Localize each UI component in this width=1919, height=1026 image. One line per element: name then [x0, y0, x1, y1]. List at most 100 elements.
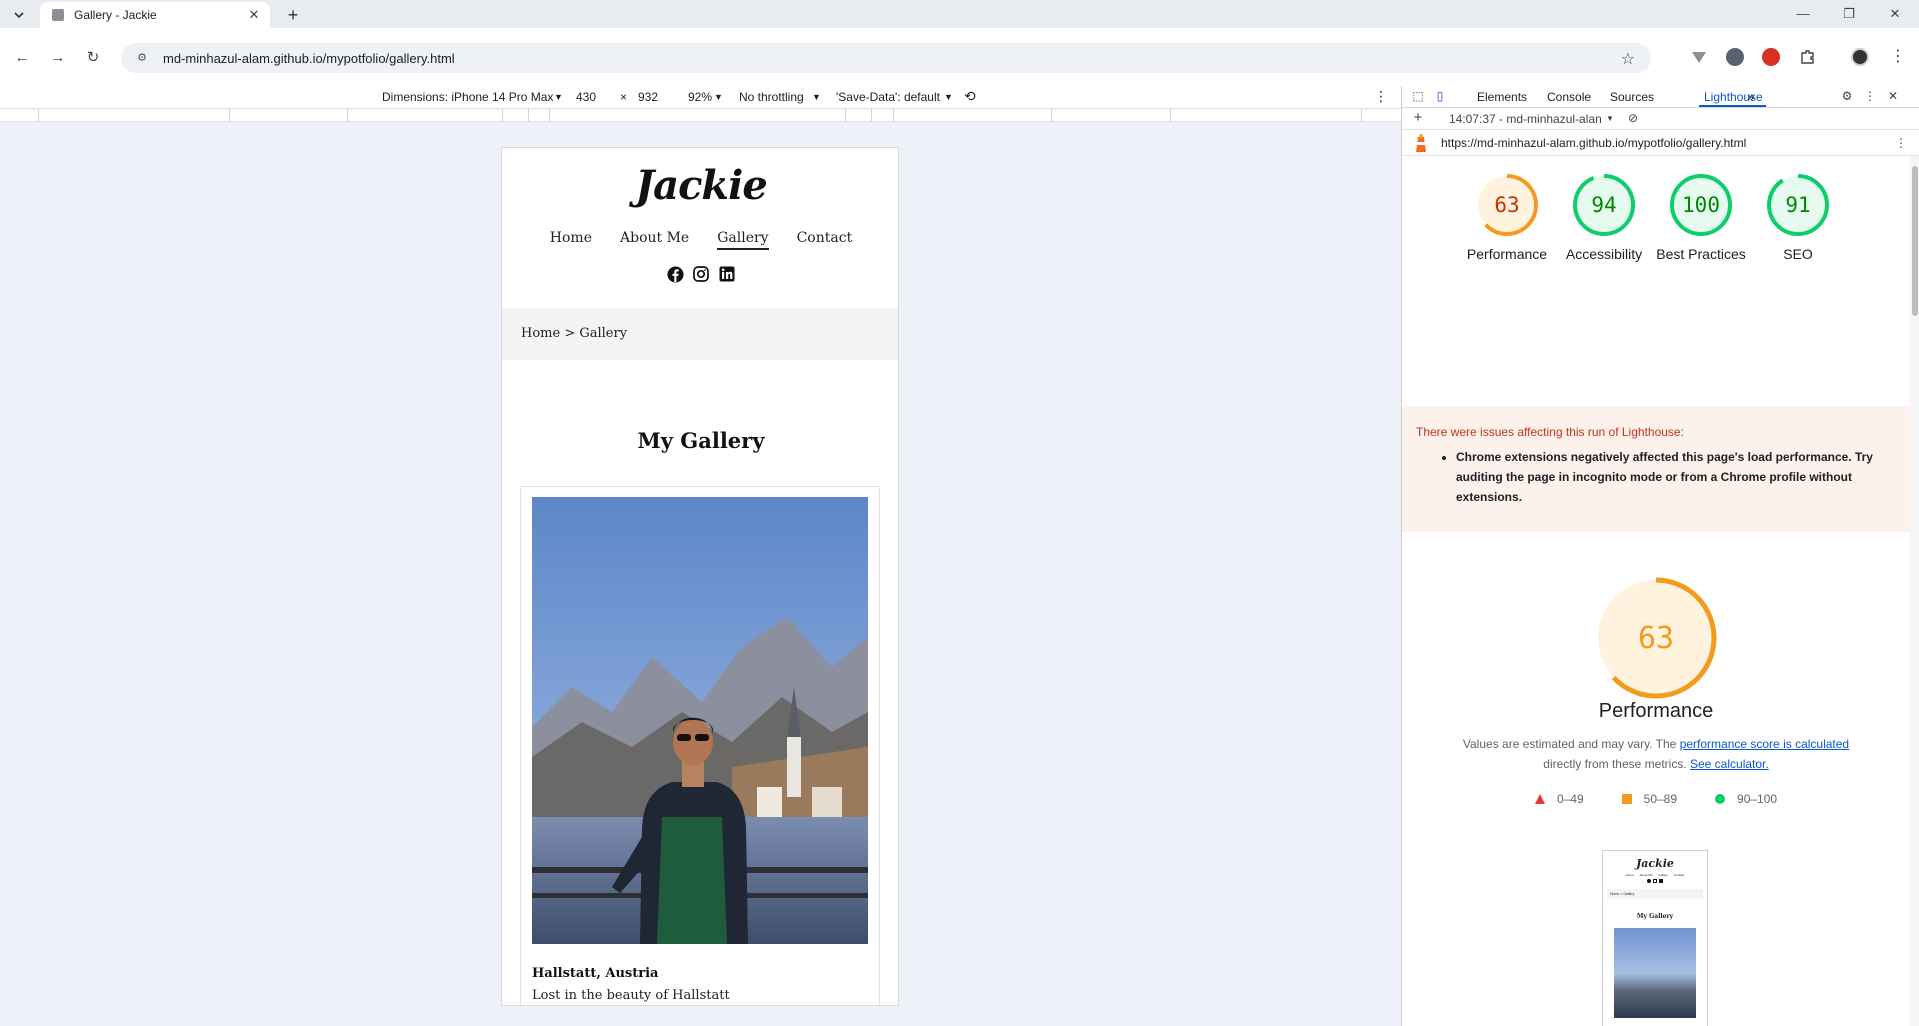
- close-devtools-icon[interactable]: ✕: [1886, 89, 1900, 103]
- tab-sources[interactable]: Sources: [1610, 90, 1654, 104]
- instagram-icon[interactable]: [692, 265, 710, 283]
- device-height-input[interactable]: 932: [638, 90, 658, 104]
- performance-large-value: 63: [1638, 621, 1674, 656]
- warning-heading: There were issues affecting this run of …: [1416, 425, 1684, 439]
- lighthouse-report: 63 Performance 94 Accessibility 100 Best Prac…: [1402, 156, 1910, 1026]
- performance-title: Performance: [1598, 700, 1714, 722]
- chevron-down-icon: [14, 12, 24, 19]
- device-dimensions-select[interactable]: Dimensions: iPhone 14 Pro Max: [382, 90, 553, 104]
- device-toolbar: Dimensions: iPhone 14 Pro Max ▼ 430 × 93…: [0, 86, 1401, 108]
- page-screenshot-thumbnail[interactable]: Jackie Home About Me Gallery Contact Hom…: [1602, 850, 1708, 1026]
- report-select[interactable]: 14:07:37 - md-minhazul-alan: [1449, 112, 1602, 126]
- inspect-element-icon[interactable]: ⬚: [1411, 89, 1425, 103]
- chevron-down-icon: ▼: [944, 92, 953, 102]
- active-tab[interactable]: Gallery - Jackie ✕: [40, 2, 270, 28]
- chevron-down-icon: ▼: [554, 92, 563, 102]
- tab-elements[interactable]: Elements: [1477, 90, 1527, 104]
- device-width-input[interactable]: 430: [576, 90, 596, 104]
- zoom-select[interactable]: 92%: [688, 90, 712, 104]
- card-title: Hallstatt, Austria: [532, 966, 659, 981]
- address-bar[interactable]: ⚙ md-minhazul-alam.github.io/mypotfolio/…: [121, 43, 1651, 73]
- facebook-icon[interactable]: [666, 265, 684, 283]
- minimize-icon[interactable]: —: [1780, 0, 1826, 28]
- new-report-icon[interactable]: +: [1411, 110, 1425, 125]
- report-menu-icon[interactable]: ⋮: [1894, 136, 1908, 150]
- throttling-select[interactable]: No throttling: [739, 90, 804, 104]
- more-tabs-icon[interactable]: »: [1747, 88, 1755, 104]
- site-logo[interactable]: Jackie: [502, 162, 898, 209]
- extension-pokeball-icon[interactable]: [1762, 48, 1780, 66]
- device-toggle-icon[interactable]: ▯: [1433, 89, 1447, 103]
- thumb-breadcrumb: Home > Gallery: [1607, 889, 1703, 899]
- score-gauge-best-practices[interactable]: 100: [1668, 172, 1734, 238]
- reload-icon[interactable]: ↻: [80, 45, 106, 71]
- score-label[interactable]: Best Practices: [1646, 244, 1756, 264]
- score-label[interactable]: Accessibility: [1549, 244, 1659, 264]
- legend-pass: 90–100: [1715, 792, 1777, 806]
- thumb-nav-item: Gallery: [1658, 873, 1669, 877]
- thumb-logo: Jackie: [1636, 857, 1674, 870]
- score-value: 91: [1785, 193, 1811, 217]
- devtools-menu-icon[interactable]: ⋮: [1863, 89, 1877, 103]
- legend-pass-label: 90–100: [1737, 792, 1778, 806]
- extension-globe-icon[interactable]: [1726, 48, 1744, 66]
- tab-strip: Gallery - Jackie ✕ + — ❐ ✕: [0, 0, 1919, 28]
- close-window-icon[interactable]: ✕: [1872, 0, 1918, 28]
- devtools-tabbar: ⬚ ▯ Elements Console Sources Lighthouse …: [1402, 86, 1919, 108]
- forward-icon[interactable]: →: [45, 45, 71, 71]
- chevron-down-icon: ▼: [1606, 114, 1614, 123]
- legend-average-label: 50–89: [1643, 792, 1678, 806]
- gallery-photo[interactable]: [532, 497, 868, 944]
- card-caption: Lost in the beauty of Hallstatt: [532, 988, 730, 1003]
- warning-item: Chrome extensions negatively affected th…: [1456, 447, 1896, 507]
- extensions-puzzle-icon[interactable]: [1799, 48, 1817, 66]
- device-more-icon[interactable]: ⋮: [1374, 88, 1388, 105]
- social-links: [502, 265, 898, 283]
- nav-link-home[interactable]: Home: [550, 230, 592, 250]
- score-gauge-accessibility[interactable]: 94: [1571, 172, 1637, 238]
- report-scrollbar[interactable]: [1910, 156, 1919, 1026]
- thumb-nav-item: About Me: [1639, 873, 1653, 877]
- nav-link-contact[interactable]: Contact: [797, 230, 853, 250]
- extension-vpn-icon[interactable]: [1690, 48, 1708, 66]
- score-value: 100: [1682, 193, 1720, 217]
- clear-reports-icon[interactable]: ⊘: [1626, 111, 1640, 125]
- score-label[interactable]: Performance: [1452, 244, 1562, 264]
- score-gauge-seo[interactable]: 91: [1765, 172, 1831, 238]
- score-calc-link[interactable]: performance score is calculated: [1680, 737, 1849, 751]
- legend-average: 50–89: [1621, 792, 1678, 806]
- back-icon[interactable]: ←: [9, 45, 35, 71]
- desc-text-1: Values are estimated and may vary. The: [1462, 737, 1677, 751]
- linkedin-icon[interactable]: [718, 265, 736, 283]
- close-tab-icon[interactable]: ✕: [246, 7, 262, 23]
- tab-search-button[interactable]: [8, 4, 30, 26]
- profile-avatar[interactable]: [1851, 48, 1869, 66]
- media-query-ruler: [0, 108, 1401, 122]
- devtools-panel: ⬚ ▯ Elements Console Sources Lighthouse …: [1401, 86, 1919, 1026]
- chevron-down-icon: ▼: [812, 92, 821, 102]
- address-url[interactable]: md-minhazul-alam.github.io/mypotfolio/ga…: [163, 51, 455, 66]
- gallery-card[interactable]: Hallstatt, Austria Lost in the beauty of…: [520, 486, 880, 1005]
- save-data-select[interactable]: 'Save-Data': default: [836, 90, 940, 104]
- restore-icon[interactable]: ❐: [1826, 0, 1872, 28]
- site-info-icon[interactable]: ⚙: [135, 51, 149, 65]
- nav-link-gallery[interactable]: Gallery: [717, 230, 769, 250]
- settings-gear-icon[interactable]: ⚙: [1840, 89, 1854, 103]
- thumb-nav-item: Home: [1625, 873, 1634, 877]
- thumb-nav-item: Contact: [1674, 873, 1685, 877]
- browser-menu-icon[interactable]: ⋮: [1889, 48, 1907, 66]
- lighthouse-toolbar: + 14:07:37 - md-minhazul-alan ▼ ⊘: [1402, 108, 1919, 130]
- score-gauge-performance[interactable]: 63: [1474, 172, 1540, 238]
- score-label[interactable]: SEO: [1743, 244, 1853, 264]
- square-icon: [1621, 794, 1632, 804]
- new-tab-button[interactable]: +: [282, 4, 304, 26]
- thumb-title: My Gallery: [1636, 913, 1674, 920]
- see-calculator-link[interactable]: See calculator.: [1690, 757, 1769, 771]
- report-url[interactable]: https://md-minhazul-alam.github.io/mypot…: [1441, 136, 1746, 150]
- legend-fail-label: 0–49: [1556, 792, 1584, 806]
- bookmark-star-icon[interactable]: ☆: [1621, 49, 1635, 69]
- score-value: 63: [1494, 193, 1520, 217]
- nav-link-about[interactable]: About Me: [620, 230, 689, 250]
- rotate-icon[interactable]: ⟲: [964, 88, 976, 105]
- tab-console[interactable]: Console: [1547, 90, 1591, 104]
